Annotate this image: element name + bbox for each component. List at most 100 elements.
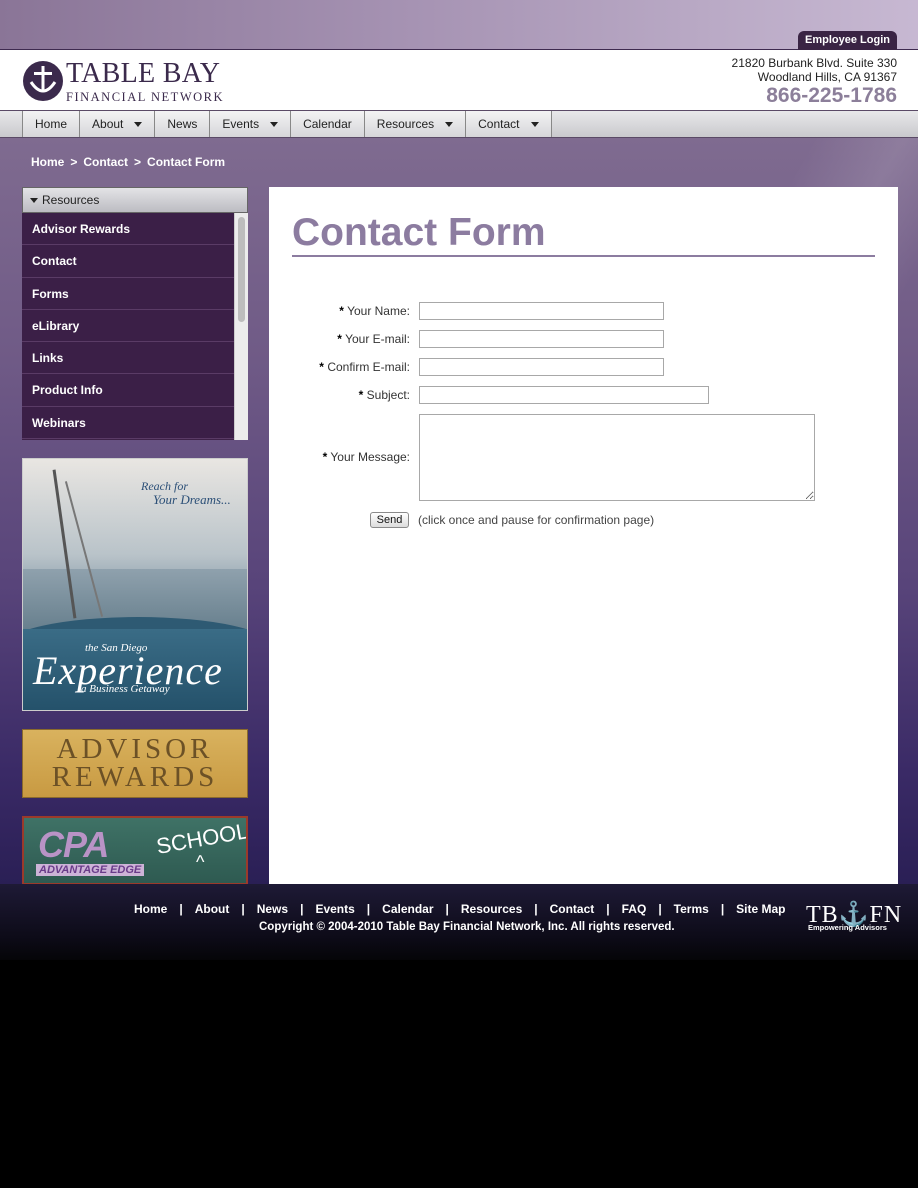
advisor-rewards-line-1: ADVISOR [56, 733, 214, 765]
footer-separator: | [534, 902, 538, 916]
nav-items: Home About News Events Calendar Resources Cont… [22, 111, 552, 137]
footer-tagline: Empowering Advisors [808, 923, 887, 932]
address-line-2: Woodland Hills, CA 91367 [757, 70, 897, 84]
nav-item-label: Events [222, 117, 260, 131]
phone-number: 866-225-1786 [766, 84, 897, 107]
footer-link-contact[interactable]: Contact [550, 902, 595, 916]
message-textarea[interactable] [419, 414, 815, 501]
form-row-message: * Your Message: [269, 414, 898, 501]
sidebar-item-advisor-rewards[interactable]: Advisor Rewards [22, 213, 234, 246]
nav-item-label: Resources [376, 117, 435, 131]
chevron-down-icon [530, 121, 539, 127]
nav-item-events[interactable]: Events [210, 111, 292, 137]
footer-link-about[interactable]: About [195, 902, 230, 916]
sidebar-header[interactable]: Resources [22, 187, 248, 213]
nav-item-label: News [167, 117, 198, 131]
promo-advisor-rewards[interactable]: ADVISOR REWARDS [22, 729, 248, 798]
breadcrumb-contact[interactable]: Contact [83, 155, 128, 169]
footer-separator: | [179, 902, 183, 916]
email-input[interactable] [419, 330, 664, 348]
cpa-logo-text: CPA [38, 824, 109, 865]
breadcrumb-current: Contact Form [147, 155, 226, 169]
page-title: Contact Form [292, 209, 875, 257]
top-strip: Employee Login [0, 0, 918, 50]
sidebar-item-elibrary[interactable]: eLibrary [22, 309, 234, 343]
nav-item-contact[interactable]: Contact [466, 111, 552, 137]
scrollbar-thumb[interactable] [238, 217, 245, 322]
sidebar-scrollbar[interactable] [234, 213, 248, 440]
employee-login-button[interactable]: Employee Login [798, 31, 897, 50]
address-line-1: 21820 Burbank Blvd. Suite 330 [731, 56, 897, 70]
message-label: * Your Message: [322, 450, 410, 464]
email-label: * Your E-mail: [337, 332, 410, 346]
main-content: Contact Form * Your Name: * Your E-mail:… [269, 187, 898, 884]
footer-separator: | [241, 902, 245, 916]
footer-link-events[interactable]: Events [315, 902, 354, 916]
chevron-down-icon [445, 121, 454, 127]
sidebar-item-links[interactable]: Links [22, 342, 234, 375]
advisor-rewards-line-2: REWARDS [51, 761, 219, 793]
main-nav: Home About News Events Calendar Resources Cont… [0, 110, 918, 138]
name-input[interactable] [419, 302, 664, 320]
confirm-email-input[interactable] [419, 358, 664, 376]
form-row-confirm-email: * Confirm E-mail: [269, 358, 898, 378]
breadcrumb-home[interactable]: Home [31, 155, 64, 169]
footer-separator: | [606, 902, 610, 916]
promo-san-diego-experience[interactable]: Reach for Your Dreams... the San Diego E… [22, 458, 248, 711]
footer-link-site-map[interactable]: Site Map [736, 902, 785, 916]
promo-subtitle: a Business Getaway [81, 683, 170, 695]
confirm-email-label: * Confirm E-mail: [319, 360, 410, 374]
breadcrumb-separator: > [134, 155, 142, 169]
site-header: TABLE BAY FINANCIAL NETWORK 21820 Burban… [0, 50, 918, 110]
footer-link-home[interactable]: Home [134, 902, 167, 916]
footer-separator: | [720, 902, 725, 916]
form-row-email: * Your E-mail: [269, 330, 898, 350]
footer-link-resources[interactable]: Resources [461, 902, 522, 916]
nav-item-home[interactable]: Home [23, 111, 81, 137]
footer-links: Home | About | News | Events | Calendar | Resource… [134, 902, 786, 916]
send-button[interactable]: Send [370, 512, 409, 528]
breadcrumb: Home > Contact > Contact Form [31, 155, 225, 169]
footer-link-calendar[interactable]: Calendar [382, 902, 433, 916]
send-note: (click once and pause for confirmation p… [418, 513, 655, 527]
sidebar-list: Advisor Rewards Contact Forms eLibrary Links… [22, 213, 248, 440]
nav-item-about[interactable]: About [80, 111, 156, 137]
nav-item-label: Contact [478, 117, 520, 131]
sidebar-item-contact[interactable]: Contact [22, 245, 234, 278]
form-row-subject: * Subject: [269, 386, 898, 406]
nav-item-label: Calendar [303, 117, 352, 131]
nav-item-label: About [92, 117, 124, 131]
breadcrumb-separator: > [70, 155, 78, 169]
promo-tagline-2: Your Dreams... [153, 492, 231, 507]
chevron-down-icon [134, 121, 143, 127]
site-logo[interactable]: TABLE BAY FINANCIAL NETWORK [22, 58, 225, 105]
subject-label: * Subject: [358, 388, 410, 402]
copyright: Copyright © 2004-2010 Table Bay Financia… [259, 921, 675, 933]
subject-input[interactable] [419, 386, 709, 404]
sidebar-header-label: Resources [42, 193, 100, 207]
footer-link-news[interactable]: News [257, 902, 288, 916]
sidebar-item-webinars[interactable]: Webinars [22, 406, 234, 440]
site-footer: Home | About | News | Events | Calendar | Resource… [0, 884, 918, 960]
nav-item-news[interactable]: News [155, 111, 211, 137]
chevron-down-icon [270, 121, 279, 127]
caret-up-icon: ^ [196, 852, 205, 872]
logo-subtitle: FINANCIAL NETWORK [66, 90, 225, 104]
name-label: * Your Name: [339, 304, 410, 318]
footer-separator: | [366, 902, 371, 916]
anchor-logo-icon [23, 61, 63, 101]
cpa-advantage-edge: ADVANTAGE EDGE [36, 864, 145, 876]
sidebar-item-product-info[interactable]: Product Info [22, 374, 234, 407]
nav-item-label: Home [35, 117, 68, 131]
footer-link-faq[interactable]: FAQ [622, 902, 647, 916]
nav-item-calendar[interactable]: Calendar [291, 111, 365, 137]
address: 21820 Burbank Blvd. Suite 330 Woodland H… [732, 56, 897, 84]
footer-link-terms[interactable]: Terms [674, 902, 709, 916]
footer-separator: | [300, 902, 304, 916]
nav-item-resources[interactable]: Resources [364, 111, 467, 137]
logo-name: TABLE BAY [66, 58, 221, 89]
sidebar-item-forms[interactable]: Forms [22, 277, 234, 310]
footer-separator: | [658, 902, 662, 916]
footer-separator: | [445, 902, 449, 916]
promo-cpa-school[interactable]: CPA ADVANTAGE EDGE SCHOOL ^ [22, 816, 248, 885]
